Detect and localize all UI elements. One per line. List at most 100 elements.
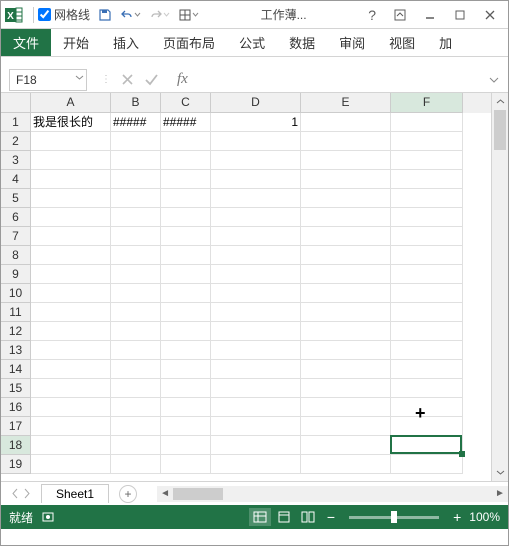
cell-D10[interactable]	[211, 284, 301, 303]
cell-A11[interactable]	[31, 303, 111, 322]
undo-button[interactable]	[120, 8, 141, 22]
cell-F3[interactable]	[391, 151, 463, 170]
fill-handle[interactable]	[459, 451, 465, 457]
borders-button[interactable]	[178, 8, 199, 22]
row-header-7[interactable]: 7	[1, 227, 31, 246]
cell-F16[interactable]	[391, 398, 463, 417]
cell-B2[interactable]	[111, 132, 161, 151]
row-header-10[interactable]: 10	[1, 284, 31, 303]
cell-E11[interactable]	[301, 303, 391, 322]
cell-E5[interactable]	[301, 189, 391, 208]
cell-D8[interactable]	[211, 246, 301, 265]
cell-D14[interactable]	[211, 360, 301, 379]
cell-F19[interactable]	[391, 455, 463, 474]
cell-E10[interactable]	[301, 284, 391, 303]
cell-D15[interactable]	[211, 379, 301, 398]
cell-C5[interactable]	[161, 189, 211, 208]
cell-F4[interactable]	[391, 170, 463, 189]
cell-B8[interactable]	[111, 246, 161, 265]
cell-F17[interactable]	[391, 417, 463, 436]
row-header-9[interactable]: 9	[1, 265, 31, 284]
tab-file[interactable]: 文件	[1, 29, 51, 56]
cell-A6[interactable]	[31, 208, 111, 227]
cell-F10[interactable]	[391, 284, 463, 303]
hscroll-right-button[interactable]: ►	[492, 488, 508, 499]
cell-E9[interactable]	[301, 265, 391, 284]
cell-D3[interactable]	[211, 151, 301, 170]
cell-B12[interactable]	[111, 322, 161, 341]
expand-formula-bar-icon[interactable]	[488, 74, 504, 86]
cell-F12[interactable]	[391, 322, 463, 341]
tab-home[interactable]: 开始	[51, 29, 101, 56]
cell-A5[interactable]	[31, 189, 111, 208]
cell-D2[interactable]	[211, 132, 301, 151]
cell-F18[interactable]	[391, 436, 463, 455]
select-all-corner[interactable]	[1, 93, 31, 113]
gridlines-toggle[interactable]: 网格线	[38, 6, 90, 23]
cell-B7[interactable]	[111, 227, 161, 246]
zoom-in-button[interactable]: +	[453, 509, 461, 525]
cell-E8[interactable]	[301, 246, 391, 265]
cell-C12[interactable]	[161, 322, 211, 341]
maximize-button[interactable]	[446, 5, 474, 25]
cell-B3[interactable]	[111, 151, 161, 170]
cell-E12[interactable]	[301, 322, 391, 341]
cell-C17[interactable]	[161, 417, 211, 436]
cell-E7[interactable]	[301, 227, 391, 246]
cell-A8[interactable]	[31, 246, 111, 265]
tab-page-layout[interactable]: 页面布局	[151, 29, 227, 56]
cancel-icon[interactable]	[121, 73, 134, 86]
cell-E6[interactable]	[301, 208, 391, 227]
cell-E1[interactable]	[301, 113, 391, 132]
add-sheet-button[interactable]: +	[119, 485, 137, 503]
row-header-17[interactable]: 17	[1, 417, 31, 436]
row-header-5[interactable]: 5	[1, 189, 31, 208]
hscroll-thumb[interactable]	[173, 488, 223, 500]
cell-D11[interactable]	[211, 303, 301, 322]
col-header-A[interactable]: A	[31, 93, 111, 113]
cell-A13[interactable]	[31, 341, 111, 360]
sheet-nav-prev[interactable]	[11, 488, 20, 499]
tab-view[interactable]: 视图	[377, 29, 427, 56]
fx-icon[interactable]: fx	[177, 71, 188, 88]
cell-B1[interactable]: #####	[111, 113, 161, 132]
row-header-16[interactable]: 16	[1, 398, 31, 417]
col-header-E[interactable]: E	[301, 93, 391, 113]
cell-D4[interactable]	[211, 170, 301, 189]
cell-A4[interactable]	[31, 170, 111, 189]
cell-F5[interactable]	[391, 189, 463, 208]
row-header-6[interactable]: 6	[1, 208, 31, 227]
cell-F11[interactable]	[391, 303, 463, 322]
vscroll-thumb[interactable]	[494, 110, 506, 150]
row-header-1[interactable]: 1	[1, 113, 31, 132]
cell-C16[interactable]	[161, 398, 211, 417]
cell-C11[interactable]	[161, 303, 211, 322]
ribbon-display-button[interactable]	[386, 5, 414, 25]
cell-C19[interactable]	[161, 455, 211, 474]
cell-C15[interactable]	[161, 379, 211, 398]
row-header-18[interactable]: 18	[1, 436, 31, 455]
row-header-8[interactable]: 8	[1, 246, 31, 265]
cell-B14[interactable]	[111, 360, 161, 379]
cell-C1[interactable]: #####	[161, 113, 211, 132]
col-header-C[interactable]: C	[161, 93, 211, 113]
cell-D9[interactable]	[211, 265, 301, 284]
cell-F6[interactable]	[391, 208, 463, 227]
formula-options-icon[interactable]: ⋮	[101, 74, 111, 85]
row-header-13[interactable]: 13	[1, 341, 31, 360]
cell-D1[interactable]: 1	[211, 113, 301, 132]
cell-C9[interactable]	[161, 265, 211, 284]
cell-A16[interactable]	[31, 398, 111, 417]
vscroll-track[interactable]	[492, 110, 508, 464]
cell-A14[interactable]	[31, 360, 111, 379]
row-header-3[interactable]: 3	[1, 151, 31, 170]
row-header-11[interactable]: 11	[1, 303, 31, 322]
cell-A17[interactable]	[31, 417, 111, 436]
cell-B17[interactable]	[111, 417, 161, 436]
hscroll-left-button[interactable]: ◄	[157, 488, 173, 499]
cell-F2[interactable]	[391, 132, 463, 151]
tab-formulas[interactable]: 公式	[227, 29, 277, 56]
tab-insert[interactable]: 插入	[101, 29, 151, 56]
cell-A9[interactable]	[31, 265, 111, 284]
cell-E3[interactable]	[301, 151, 391, 170]
